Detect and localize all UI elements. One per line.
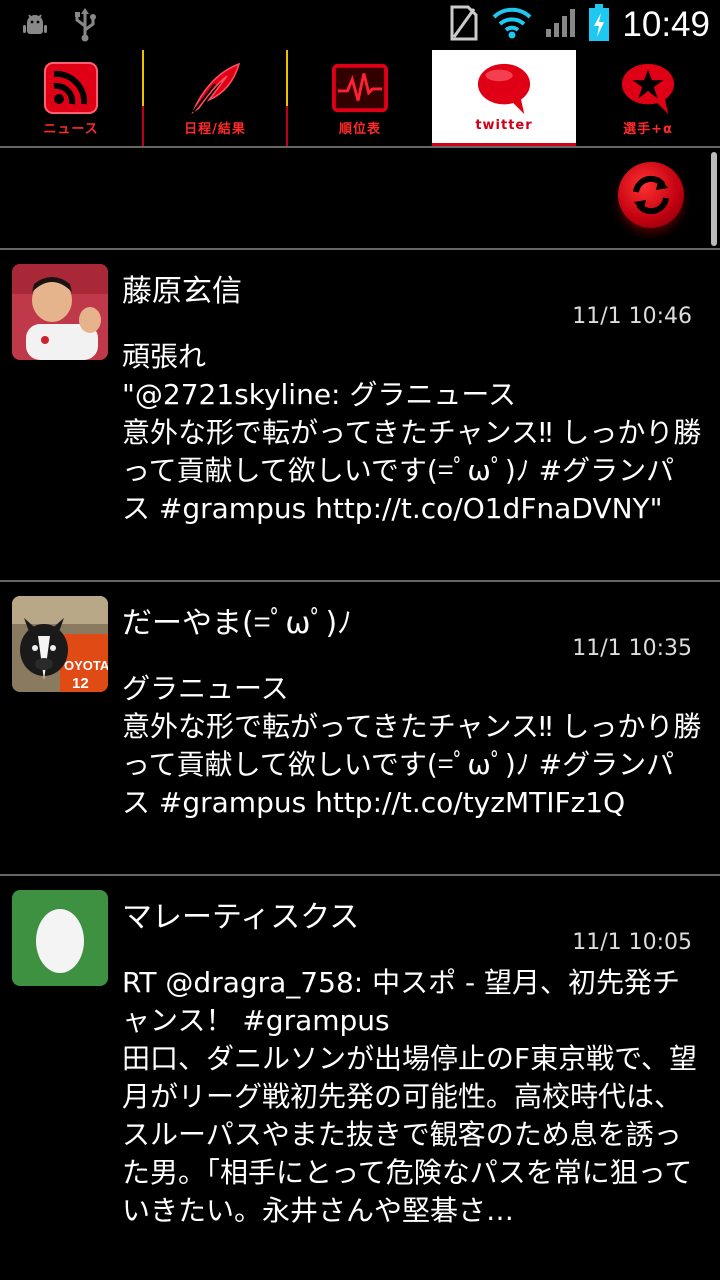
star-bubble-icon [620,62,676,115]
refresh-button[interactable] [618,162,684,228]
tab-label: ニュース [43,122,99,137]
android-debug-icon [20,10,50,44]
tab-players[interactable]: 選手+α [576,50,720,146]
speech-bubble-icon [476,62,532,115]
tweet-item[interactable]: 藤原玄信 11/1 10:46 頑張れ "@2721skyline: グラニュー… [0,250,720,580]
tweet-author: だーやま(=ﾟωﾟ)ﾉ [122,606,353,641]
tweet-author: マレーティスクス [122,900,360,935]
battery-charging-icon [588,4,610,46]
tab-schedule[interactable]: 日程/結果 [144,50,288,146]
tab-label: 選手+α [623,122,673,137]
tab-standings[interactable]: 順位表 [288,50,432,146]
tab-label: 順位表 [338,122,381,137]
tab-bar: ニュース 日程/結果 順位表 twitter 選手+α [0,50,720,146]
signal-icon [544,7,576,43]
svg-text:12: 12 [72,675,89,692]
tab-label: 日程/結果 [184,122,246,137]
avatar [12,264,108,360]
toolbar [0,148,720,248]
wifi-icon [492,7,532,43]
rss-icon [43,62,99,114]
tweet-text: 頑張れ "@2721skyline: グラニュース 意外な形で転がってきたチャン… [122,340,702,525]
svg-text:OYOTA: OYOTA [64,658,108,673]
tweet-time: 11/1 10:46 [572,304,692,329]
tab-twitter[interactable]: twitter [432,50,576,146]
tweet-time: 11/1 10:35 [572,636,692,661]
scrollbar[interactable] [711,152,717,246]
tweet-text: RT @dragra_758: 中スポ - 望月、初先発チャンス！ #gramp… [122,966,697,1227]
avatar [12,890,108,986]
tab-label: twitter [475,118,533,133]
refresh-icon [633,175,669,215]
tweet-item[interactable]: OYOTA 12 だーやま(=ﾟωﾟ)ﾉ 11/1 10:35 グラニュース 意外… [0,582,720,874]
avatar: OYOTA 12 [12,596,108,692]
tweet-text: グラニュース 意外な形で転がってきたチャンス‼ しっかり勝って貢献して欲しいです… [122,672,702,819]
clock: 10:49 [622,5,710,44]
tweet-time: 11/1 10:05 [572,930,692,955]
tweet-item[interactable]: マレーティスクス 11/1 10:05 RT @dragra_758: 中スポ … [0,876,720,1280]
quill-icon [187,62,243,114]
status-bar: 10:49 [0,0,720,50]
tweet-author: 藤原玄信 [122,274,242,309]
chart-icon [332,62,388,114]
tab-news[interactable]: ニュース [0,50,144,146]
no-sim-icon [448,5,480,45]
egg-avatar-icon [36,909,84,973]
usb-icon [72,8,98,46]
